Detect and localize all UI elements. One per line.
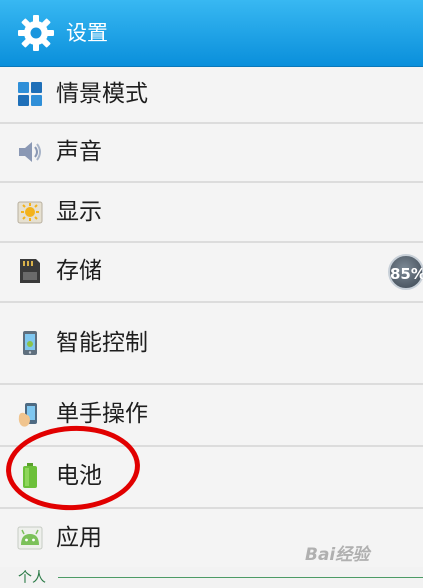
sun-icon <box>17 201 43 224</box>
settings-item-label: 显示 <box>56 199 102 225</box>
settings-item-smart-control[interactable]: 智能控制 <box>0 303 423 385</box>
settings-item-sound[interactable]: 声音 <box>0 124 423 183</box>
hand-phone-icon <box>18 403 37 427</box>
settings-item-label: 存储 <box>56 258 102 284</box>
settings-item-display[interactable]: 显示 <box>0 183 423 243</box>
section-header-personal: 个人 <box>0 565 423 588</box>
grid-tiles-icon <box>18 82 42 106</box>
watermark: Bai经验 <box>305 545 370 565</box>
sd-card-icon <box>20 259 40 283</box>
settings-item-label: 声音 <box>56 139 102 165</box>
settings-item-label: 情景模式 <box>56 81 148 107</box>
settings-item-label: 单手操作 <box>56 401 148 427</box>
speaker-icon <box>19 142 41 162</box>
storage-usage-badge: 85% <box>388 254 423 290</box>
gear-icon <box>18 15 54 51</box>
android-icon <box>17 526 43 550</box>
settings-item-profiles[interactable]: 情景模式 <box>0 67 423 124</box>
settings-item-storage[interactable]: 存储 85% <box>0 243 423 303</box>
section-title: 个人 <box>18 570 46 586</box>
section-divider <box>58 577 423 578</box>
settings-item-label: 智能控制 <box>56 330 148 356</box>
page-title: 设置 <box>66 21 108 45</box>
settings-item-label: 应用 <box>56 525 102 551</box>
app-header: 设置 <box>0 0 423 67</box>
smart-phone-icon <box>23 331 37 355</box>
